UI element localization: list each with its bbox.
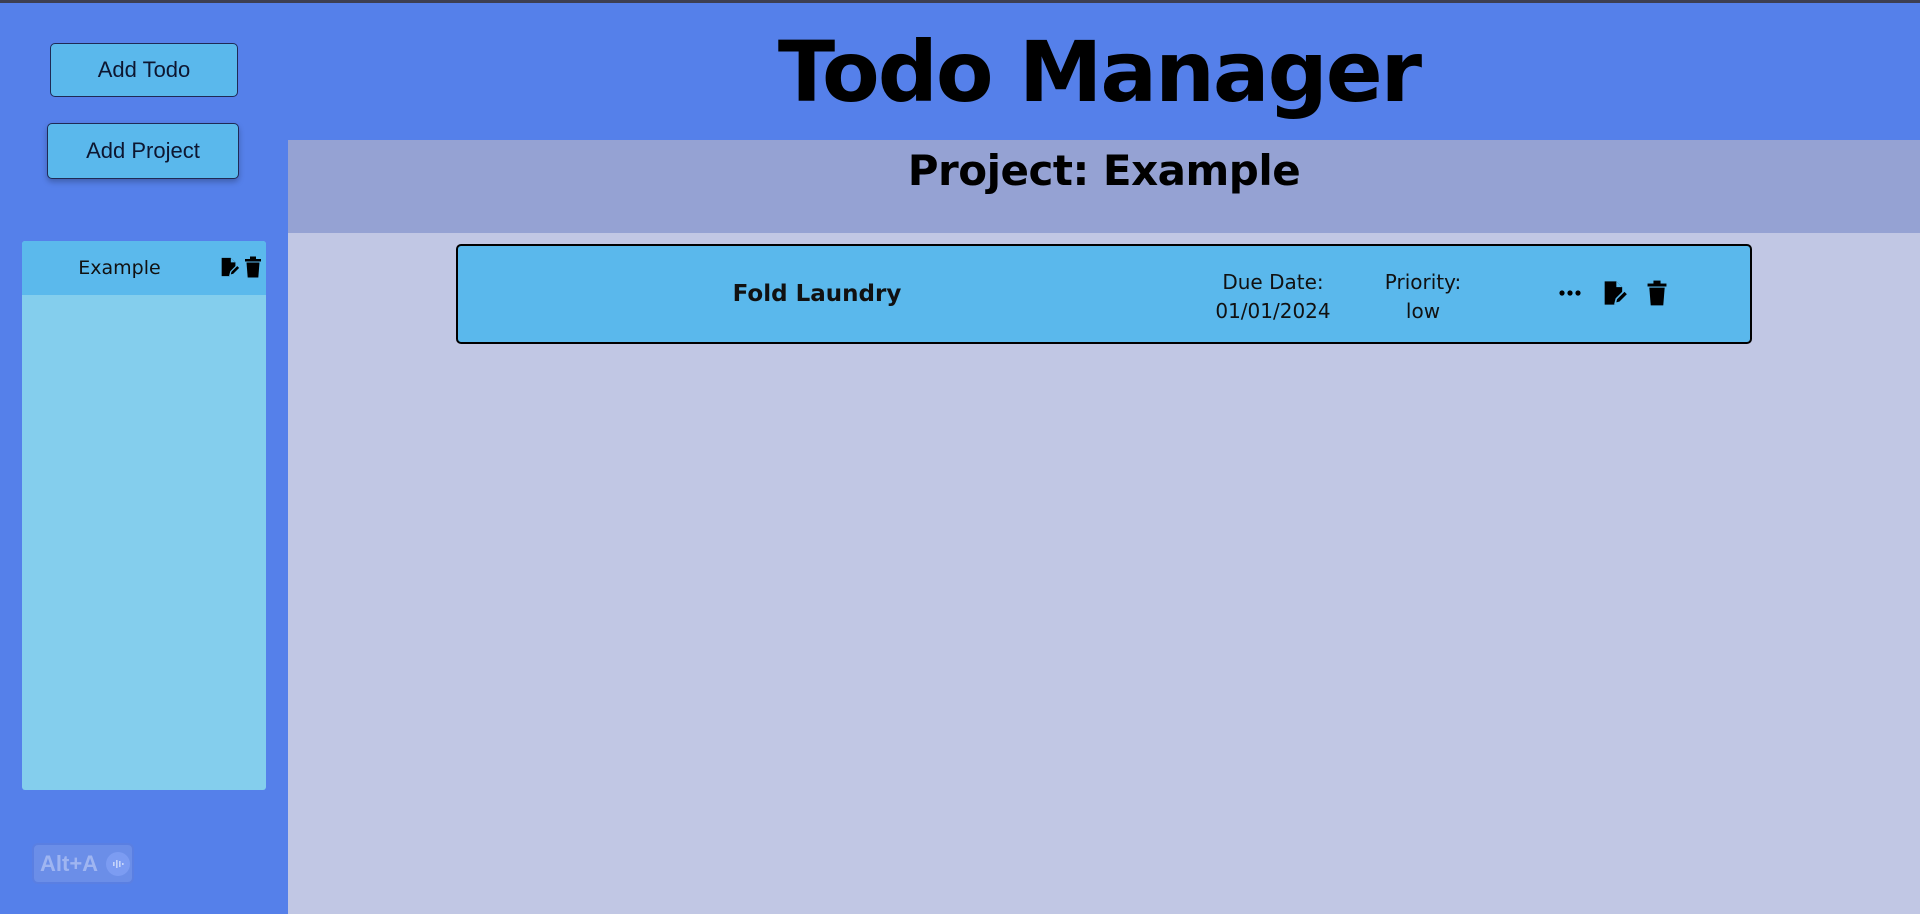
todo-item[interactable]: Fold Laundry Due Date: 01/01/2024 Priori… [456,244,1752,344]
app-header: Todo Manager [288,3,1920,140]
add-todo-button[interactable]: Add Todo [50,43,238,97]
more-icon[interactable] [1558,281,1582,305]
add-project-button[interactable]: Add Project [47,123,239,179]
sidebar: Add Todo Add Project Example Alt+A [0,3,288,914]
shortcut-badge-label: Alt+A [40,850,99,876]
trash-icon[interactable] [244,256,262,278]
trash-icon[interactable] [1646,280,1668,306]
project-item-label: Example [78,257,161,279]
project-list: Example [22,241,266,790]
edit-icon[interactable] [1600,279,1628,307]
todo-due-date: Due Date: 01/01/2024 [1203,268,1343,326]
edit-icon[interactable] [218,256,240,278]
app-title: Todo Manager [777,22,1422,121]
todo-list: Fold Laundry Due Date: 01/01/2024 Priori… [288,233,1920,914]
project-title: Project: Example [907,146,1301,195]
due-date-label: Due Date: [1222,270,1324,294]
project-item-actions [218,256,262,278]
todo-actions [1558,279,1668,307]
priority-label: Priority: [1384,270,1462,294]
due-date-value: 01/01/2024 [1215,299,1331,323]
shortcut-badge[interactable]: Alt+A [32,843,134,884]
todo-title: Fold Laundry [732,281,902,307]
priority-value: low [1405,299,1441,323]
todo-priority: Priority: low [1363,268,1483,326]
assistant-icon [106,851,131,876]
sidebar-project-item[interactable]: Example [22,241,266,295]
project-header: Project: Example [288,140,1920,233]
